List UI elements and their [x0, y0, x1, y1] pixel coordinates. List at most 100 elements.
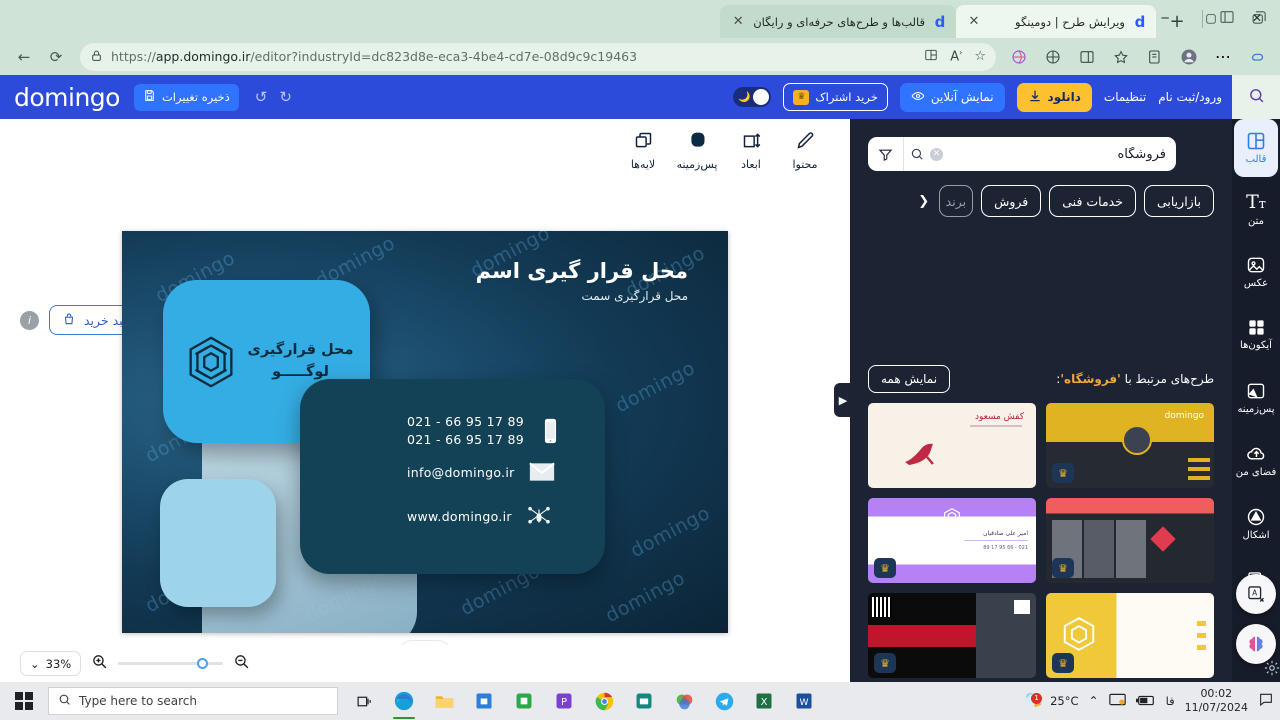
editor-tool-dimensions[interactable]: ابعاد — [724, 130, 778, 171]
card-phone-row[interactable]: 021 - 66 95 17 89 021 - 66 95 17 89 — [407, 413, 564, 449]
reload-button[interactable]: ⟳ — [40, 42, 72, 72]
clock[interactable]: 00:02 11/07/2024 — [1185, 687, 1248, 715]
chip-brand[interactable]: برند — [939, 185, 974, 217]
filter-funnel-icon[interactable] — [868, 137, 904, 171]
info-icon[interactable]: i — [20, 310, 39, 330]
undo-arrow-icon[interactable]: ↺ — [255, 88, 268, 106]
network-icon[interactable] — [1108, 692, 1126, 711]
profile-avatar-icon[interactable] — [1174, 42, 1204, 72]
chip-marketing[interactable]: بازاریابی — [1143, 185, 1214, 217]
taskbar-app-edge[interactable] — [384, 682, 424, 720]
redo-arrow-icon[interactable]: ↻ — [279, 88, 292, 106]
rail-item-icons[interactable]: آیکون‌ها — [1232, 303, 1280, 366]
watermark: domingo — [611, 356, 699, 418]
taskbar-app-store[interactable] — [464, 682, 504, 720]
zoom-slider[interactable] — [118, 657, 224, 671]
zoom-level-select[interactable]: ⌄ 33% — [20, 651, 82, 676]
task-view-icon[interactable] — [344, 682, 384, 720]
app-logo[interactable]: domingo — [14, 83, 120, 112]
back-button[interactable]: ← — [8, 42, 40, 72]
tab-close-icon[interactable]: ✕ — [966, 15, 982, 28]
template-card[interactable]: ♛ — [868, 593, 1036, 678]
zoom-slider-thumb[interactable] — [196, 658, 208, 669]
browser-tab-1[interactable]: d قالب‌ها و طرح‌های حرفه‌ای و رایگان ✕ — [720, 5, 956, 38]
minimize-button[interactable]: ─ — [1142, 0, 1188, 36]
chips-prev-icon[interactable]: ❮ — [918, 194, 929, 209]
taskbar-app-chrome[interactable] — [584, 682, 624, 720]
template-card[interactable]: ♛ — [1046, 593, 1214, 678]
read-aloud-icon[interactable]: A› — [950, 48, 962, 64]
windows-start-icon[interactable] — [0, 682, 48, 720]
dark-mode-toggle[interactable]: 🌙 — [733, 87, 772, 107]
collections-icon[interactable] — [1004, 42, 1034, 72]
tray-expand-icon[interactable]: ⌃ — [1089, 694, 1099, 708]
taskbar-app-purple[interactable]: P — [544, 682, 584, 720]
notification-bell-icon[interactable] — [1258, 691, 1274, 711]
search-icon[interactable] — [1248, 87, 1265, 108]
taskbar-app-green[interactable] — [504, 682, 544, 720]
browser-tab-2[interactable]: d ویرایش طرح | دومینگو ✕ — [956, 5, 1156, 38]
template-card[interactable]: امیر علی صادقیان 021 - 66 95 17 89 ♛ — [868, 498, 1036, 583]
chip-sales[interactable]: فروش — [981, 185, 1042, 217]
rail-item-shapes[interactable]: اشکال — [1232, 492, 1280, 555]
taskbar-search-input[interactable]: Type here to search — [48, 687, 338, 715]
settings-more-icon[interactable]: ⋯ — [1208, 42, 1238, 72]
template-card[interactable]: کفش مسعود — [868, 403, 1036, 488]
language-indicator[interactable]: فا — [1166, 694, 1175, 708]
gear-icon[interactable] — [1258, 654, 1280, 682]
card-website-row[interactable]: www.domingo.ir — [407, 503, 552, 529]
weather-widget[interactable]: 1 25°C — [1022, 690, 1079, 713]
search-input[interactable] — [943, 137, 1176, 171]
card-role-placeholder[interactable]: محل قرارگیری سمت — [582, 289, 689, 303]
template-card[interactable]: ♛ — [1046, 498, 1214, 583]
letters-float-button[interactable]: A — [1236, 574, 1276, 614]
taskbar-app-telegram[interactable] — [704, 682, 744, 720]
template-card[interactable]: domingo ♛ — [1046, 403, 1214, 488]
buy-subscription-button[interactable]: خرید اشتراک ♛ — [783, 83, 888, 111]
maximize-button[interactable]: ▢ — [1188, 0, 1234, 36]
copilot-icon[interactable] — [1242, 42, 1272, 72]
taskbar-app-colorful[interactable] — [664, 682, 704, 720]
omnibox[interactable]: https://app.domingo.ir/editor?industryId… — [80, 42, 996, 71]
rail-item-my-space[interactable]: فضای من — [1232, 429, 1280, 492]
collections-panel-icon[interactable] — [1140, 42, 1170, 72]
taskbar-app-teal[interactable] — [624, 682, 664, 720]
logo-placeholder-text: محل قرارگیری لوگـــــو — [248, 340, 354, 384]
browser-essentials-icon[interactable] — [1038, 42, 1068, 72]
card-name-placeholder[interactable]: محل قرار گیری اسم — [476, 259, 688, 283]
settings-link[interactable]: تنظیمات — [1104, 90, 1146, 104]
design-canvas[interactable]: domingo domingo domingo domingo domingo … — [122, 231, 728, 633]
subscribe-label: خرید اشتراک — [815, 90, 878, 104]
tab-close-icon[interactable]: ✕ — [730, 15, 746, 28]
clear-search-icon[interactable]: ✕ — [930, 147, 943, 161]
editor-tool-layers[interactable]: لایه‌ها — [616, 130, 670, 171]
template-title: کفش مسعود — [974, 412, 1024, 422]
rail-item-text[interactable]: Tт متن — [1232, 177, 1280, 240]
search-icon[interactable] — [904, 147, 930, 161]
rail-item-background[interactable]: پس‌زمینه — [1232, 366, 1280, 429]
tool-label: لایه‌ها — [630, 157, 656, 171]
battery-icon[interactable] — [1135, 692, 1156, 711]
taskbar-app-file-explorer[interactable] — [424, 682, 464, 720]
login-register-link[interactable]: ورود/ثبت نام — [1158, 90, 1222, 104]
taskbar-app-excel[interactable]: X — [744, 682, 784, 720]
show-all-button[interactable]: نمایش همه — [868, 365, 951, 393]
online-preview-button[interactable]: نمایش آنلاین — [899, 82, 1005, 112]
editor-tool-content[interactable]: محتوا — [778, 130, 832, 171]
taskbar-app-word[interactable]: W — [784, 682, 824, 720]
zoom-out-icon[interactable] — [233, 653, 250, 674]
rail-item-image[interactable]: عکس — [1232, 240, 1280, 303]
card-email-row[interactable]: info@domingo.ir — [407, 459, 555, 485]
chip-technical-services[interactable]: خدمات فنی — [1049, 185, 1136, 217]
toggle-knob — [753, 89, 770, 105]
download-button[interactable]: دانلود — [1016, 82, 1092, 112]
close-window-button[interactable]: ✕ — [1234, 0, 1280, 36]
favorites-icon[interactable] — [1106, 42, 1136, 72]
split-screen-icon[interactable] — [924, 48, 938, 66]
zoom-in-icon[interactable] — [91, 653, 108, 674]
favorite-star-icon[interactable]: ☆ — [974, 49, 986, 64]
save-changes-button[interactable]: ذخیره تغییرات — [133, 83, 239, 111]
editor-tool-background[interactable]: پس‌زمینه — [670, 130, 724, 171]
rail-item-template[interactable]: قالب — [1234, 119, 1278, 177]
split-screen-panel-icon[interactable] — [1072, 42, 1102, 72]
